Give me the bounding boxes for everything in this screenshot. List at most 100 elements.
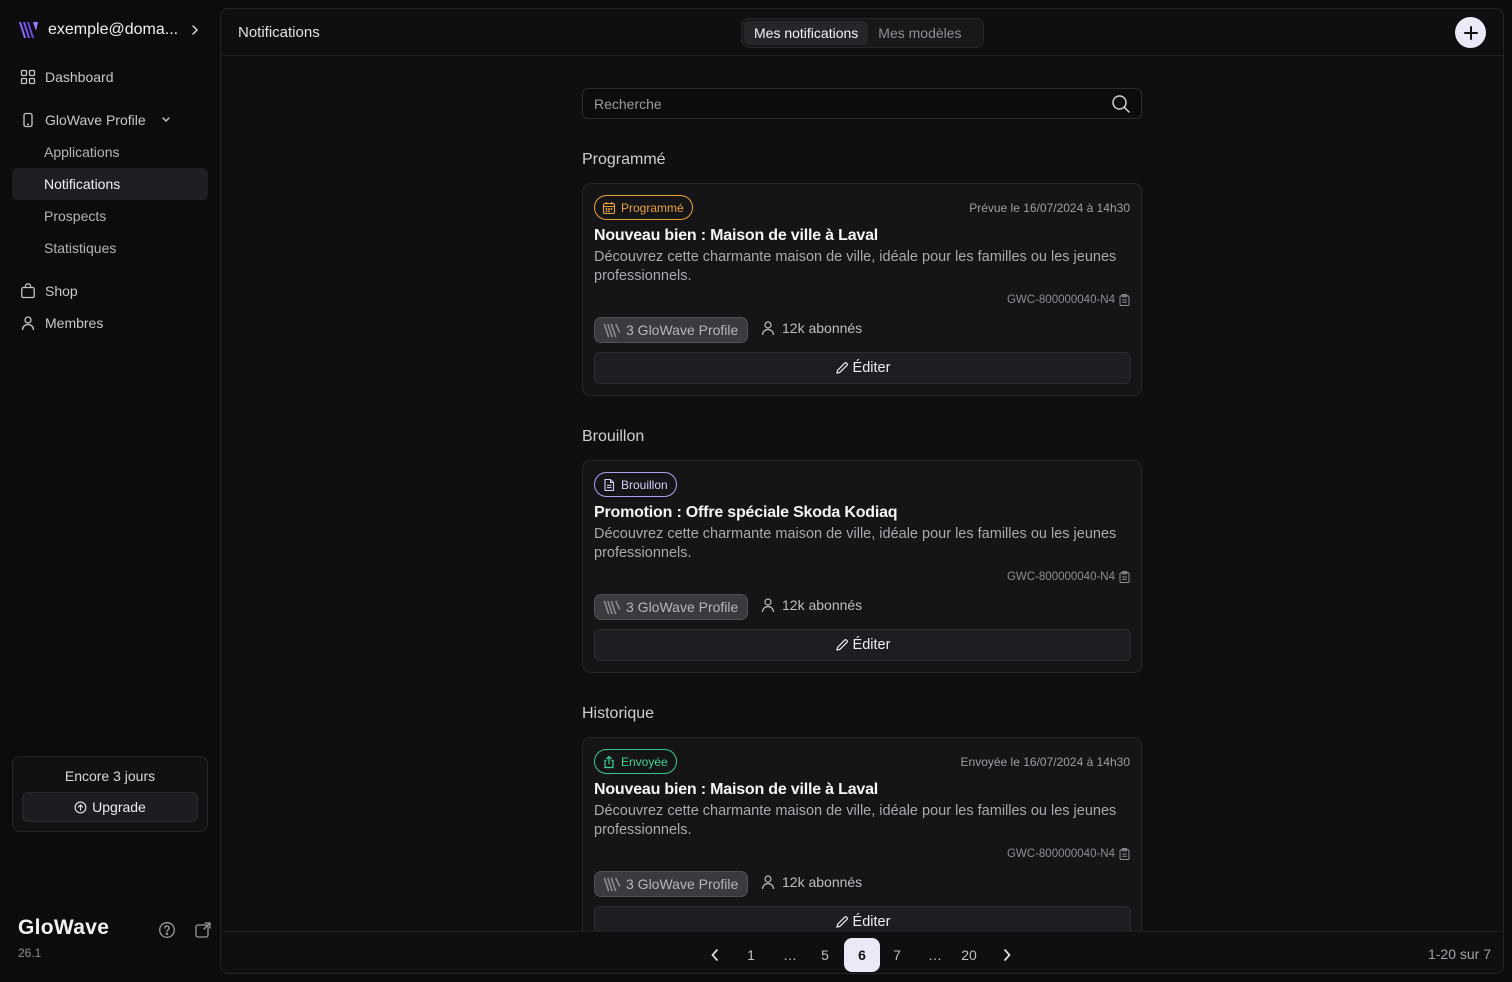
notification-code: GWC-800000040-N4 bbox=[1007, 848, 1130, 860]
profile-chip-label: 3 GloWave Profile bbox=[626, 322, 739, 338]
sent-date: Envoyée le 16/07/2024 à 14h30 bbox=[960, 755, 1130, 769]
main-panel: Notifications Mes notifications Mes modè… bbox=[220, 8, 1504, 974]
search-icon[interactable] bbox=[1111, 94, 1131, 114]
pagination-range: 1-20 sur 7 bbox=[1427, 946, 1491, 962]
upgrade-label: Upgrade bbox=[92, 799, 146, 815]
profile-chip[interactable]: 3 GloWave Profile bbox=[594, 594, 749, 620]
sidebar-item-statistiques[interactable]: Statistiques bbox=[12, 232, 208, 264]
calendar-icon bbox=[602, 201, 616, 215]
topbar: Notifications Mes notifications Mes modè… bbox=[221, 9, 1503, 56]
sidebar-item-label: Membres bbox=[45, 315, 104, 331]
subscribers-count: 12k abonnés bbox=[760, 597, 862, 613]
section-title-programme: Programmé bbox=[582, 151, 666, 168]
clipboard-icon[interactable] bbox=[1119, 571, 1130, 583]
page-20[interactable]: 20 bbox=[957, 938, 981, 972]
notification-code: GWC-800000040-N4 bbox=[1007, 294, 1130, 306]
brand-footer: GloWave 26.1 bbox=[18, 916, 109, 960]
sidebar-item-notifications[interactable]: Notifications bbox=[12, 168, 208, 200]
profile-chip[interactable]: 3 GloWave Profile bbox=[594, 871, 749, 897]
sidebar-item-prospects[interactable]: Prospects bbox=[12, 200, 208, 232]
sidebar-item-shop[interactable]: Shop bbox=[12, 275, 208, 307]
trial-upgrade-box: Encore 3 jours Upgrade bbox=[12, 756, 208, 832]
sidebar-item-label: Prospects bbox=[44, 208, 107, 224]
tab-mes-modeles[interactable]: Mes modèles bbox=[868, 21, 971, 45]
scheduled-date: Prévue le 16/07/2024 à 14h30 bbox=[969, 201, 1130, 215]
status-badge: Programmé bbox=[594, 195, 693, 220]
status-badge-label: Brouillon bbox=[621, 477, 668, 492]
sidebar-item-membres[interactable]: Membres bbox=[12, 307, 208, 339]
notification-code-text: GWC-800000040-N4 bbox=[1006, 571, 1115, 583]
upgrade-button[interactable]: Upgrade bbox=[22, 792, 198, 822]
edit-button[interactable]: Éditer bbox=[594, 629, 1131, 661]
pagination: 1 … 5 6 7 … 20 1-20 sur 7 bbox=[221, 931, 1503, 973]
pencil-icon bbox=[835, 915, 849, 929]
notification-code-text: GWC-800000040-N4 bbox=[1006, 848, 1115, 860]
user-icon bbox=[20, 315, 36, 331]
user-icon bbox=[760, 597, 776, 613]
account-switcher[interactable]: exemple@doma... bbox=[18, 16, 200, 44]
glowave-logo-icon bbox=[603, 877, 621, 892]
notification-card: Brouillon Promotion : Offre spéciale Sko… bbox=[582, 460, 1142, 673]
subscribers-text: 12k abonnés bbox=[782, 320, 863, 336]
notification-code-text: GWC-800000040-N4 bbox=[1006, 294, 1115, 306]
external-link-icon[interactable] bbox=[194, 921, 212, 939]
shopping-bag-icon bbox=[20, 283, 36, 299]
view-switcher: Mes notifications Mes modèles bbox=[741, 18, 984, 48]
user-icon bbox=[760, 320, 776, 336]
phone-icon bbox=[20, 112, 36, 128]
status-badge: Brouillon bbox=[594, 472, 677, 497]
sidebar-item-dashboard[interactable]: Dashboard bbox=[12, 61, 208, 93]
sidebar-item-label: Shop bbox=[45, 283, 78, 299]
page-6-current[interactable]: 6 bbox=[844, 938, 880, 972]
subscribers-text: 12k abonnés bbox=[782, 874, 863, 890]
section-title-brouillon: Brouillon bbox=[582, 428, 645, 445]
page-7[interactable]: 7 bbox=[887, 938, 907, 972]
notification-description: Découvrez cette charmante maison de vill… bbox=[594, 803, 1117, 838]
tab-mes-notifications[interactable]: Mes notifications bbox=[744, 21, 869, 45]
clipboard-icon[interactable] bbox=[1119, 848, 1130, 860]
chevron-down-icon bbox=[161, 116, 171, 124]
subscribers-count: 12k abonnés bbox=[760, 320, 862, 336]
grid-icon bbox=[20, 69, 36, 85]
notifications-content: Programmé Programmé Prévue le 16/07/2024… bbox=[582, 88, 1142, 950]
edit-label: Éditer bbox=[852, 360, 891, 376]
user-icon bbox=[760, 874, 776, 890]
sidebar-item-label: Dashboard bbox=[45, 69, 114, 85]
sidebar-item-label: Notifications bbox=[44, 176, 121, 192]
prev-page-button[interactable] bbox=[707, 938, 723, 972]
edit-button[interactable]: Éditer bbox=[594, 352, 1131, 384]
pencil-icon bbox=[835, 361, 849, 375]
section-title-historique: Historique bbox=[582, 705, 655, 722]
notification-title: Nouveau bien : Maison de ville à Laval bbox=[594, 781, 879, 798]
profile-chip[interactable]: 3 GloWave Profile bbox=[594, 317, 749, 343]
sidebar-item-applications[interactable]: Applications bbox=[12, 136, 208, 168]
help-icon[interactable] bbox=[158, 921, 176, 939]
notification-code: GWC-800000040-N4 bbox=[1007, 571, 1130, 583]
sidebar-item-glowave-profile[interactable]: GloWave Profile bbox=[12, 104, 208, 136]
search-input[interactable] bbox=[583, 89, 1141, 118]
arrow-up-circle-icon bbox=[74, 801, 87, 814]
add-notification-button[interactable] bbox=[1455, 17, 1486, 48]
clipboard-icon[interactable] bbox=[1119, 294, 1130, 306]
chevron-right-icon bbox=[190, 24, 200, 36]
page-5[interactable]: 5 bbox=[815, 938, 835, 972]
share-upload-icon bbox=[602, 755, 616, 769]
next-page-button[interactable] bbox=[999, 938, 1015, 972]
status-badge-label: Programmé bbox=[621, 200, 684, 215]
status-badge: Envoyée bbox=[594, 749, 677, 774]
notification-card: Programmé Prévue le 16/07/2024 à 14h30 N… bbox=[582, 183, 1142, 396]
edit-label: Éditer bbox=[852, 637, 891, 653]
search-box bbox=[582, 88, 1142, 119]
page-ellipsis: … bbox=[783, 947, 797, 963]
sidebar-item-label: Applications bbox=[44, 144, 120, 160]
chevron-left-icon bbox=[710, 948, 720, 962]
glowave-logo-icon bbox=[603, 323, 621, 338]
sidebar: exemple@doma... Dashboard GloWave Profil… bbox=[0, 0, 220, 982]
page-1[interactable]: 1 bbox=[741, 938, 761, 972]
edit-label: Éditer bbox=[852, 914, 891, 930]
sidebar-nav: Dashboard GloWave Profile Applications N… bbox=[12, 61, 208, 339]
brand-name: GloWave bbox=[18, 916, 110, 939]
subscribers-count: 12k abonnés bbox=[760, 874, 862, 890]
brand-logo-icon bbox=[18, 21, 39, 39]
page-ellipsis: … bbox=[928, 947, 942, 963]
